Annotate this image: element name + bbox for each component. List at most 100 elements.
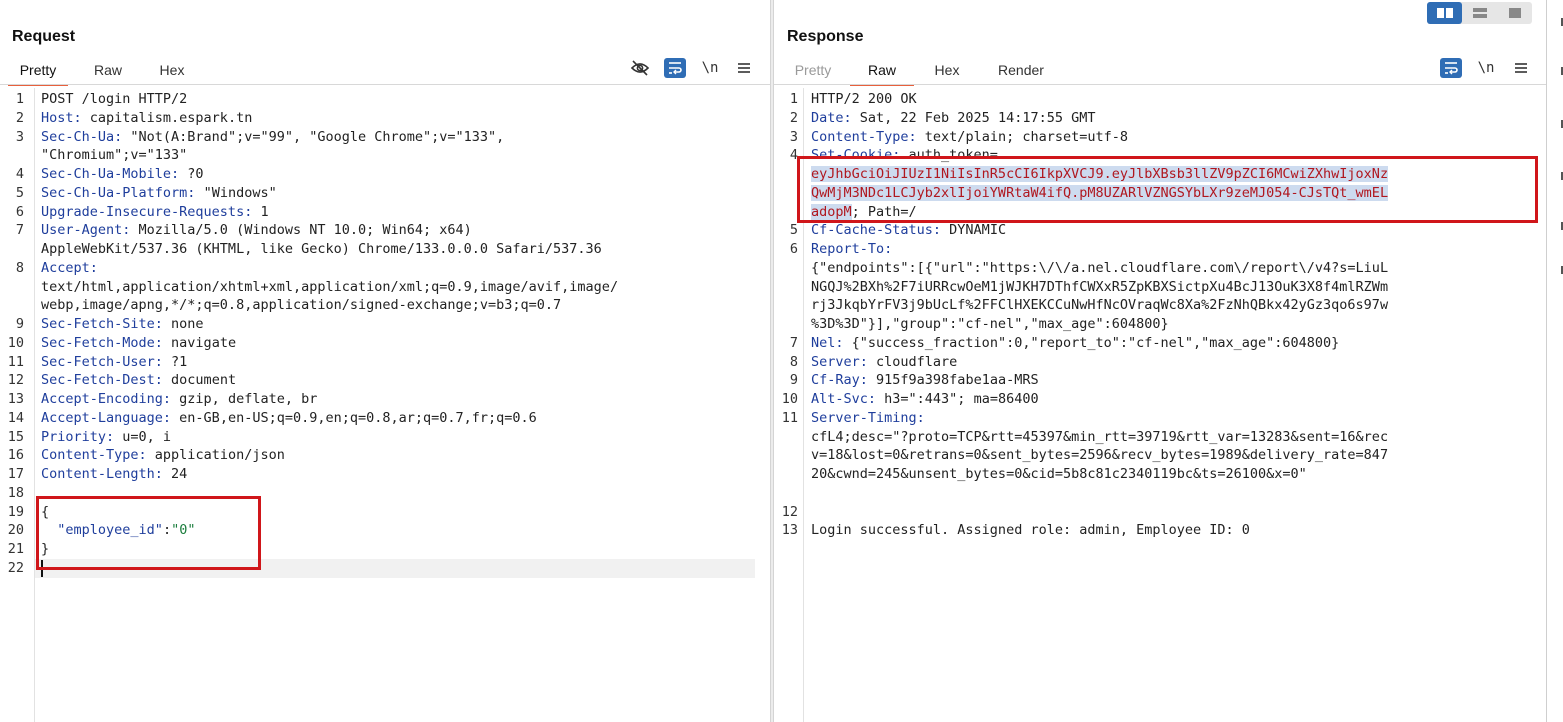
line-number: 11	[781, 409, 798, 426]
request-code-line: text/html,application/xhtml+xml,applicat…	[0, 278, 756, 297]
header-name: Sec-Fetch-User:	[41, 353, 163, 370]
header-name: Accept:	[41, 259, 98, 276]
line-text: Cf-Ray: 915f9a398fabe1aa-MRS	[811, 371, 1039, 390]
line-text: Login successful. Assigned role: admin, …	[811, 521, 1250, 540]
header-name: Content-Length:	[41, 466, 163, 482]
response-show-newlines-button[interactable]: \n	[1475, 58, 1497, 78]
response-tab-render[interactable]: Render	[988, 60, 1054, 84]
line-number: 1	[15, 91, 24, 107]
code-token: %3D%3D"}],"group":"cf-nel","max_age":604…	[811, 316, 1169, 332]
response-word-wrap-icon[interactable]	[1440, 58, 1462, 78]
request-tab-pretty[interactable]: Pretty	[8, 60, 68, 86]
response-tab-hex[interactable]: Hex	[924, 60, 970, 84]
response-code-line: 7 Nel: {"success_fraction":0,"report_to":…	[774, 334, 1532, 353]
code-token: document	[162, 372, 237, 389]
line-number: 13	[781, 522, 798, 539]
code-token: cloudflare	[867, 353, 958, 370]
line-number: 2	[15, 109, 24, 126]
code-token: "Chromium";v="133"	[41, 147, 188, 164]
line-number: 17	[7, 466, 24, 482]
code-token: rj3JkqbYrFV3j9bUcLf%2FFClHXEKCCuNwHfNcOV…	[811, 297, 1389, 314]
response-code-line: 5 Cf-Cache-Status: DYNAMIC	[774, 221, 1532, 240]
single-pane-view-icon[interactable]	[1497, 2, 1532, 24]
header-name: Priority:	[41, 428, 115, 445]
header-name: Accept-Encoding:	[41, 391, 172, 407]
response-code-line: 20&cwnd=245&unsent_bytes=0&cid=5b8c81c23…	[774, 465, 1532, 484]
response-code-line: %3D%3D"}],"group":"cf-nel","max_age":604…	[774, 315, 1532, 334]
code-token: DYNAMIC	[941, 222, 1007, 239]
line-text: AppleWebKit/537.36 (KHTML, like Gecko) C…	[41, 240, 602, 259]
header-name: Server:	[811, 353, 868, 370]
response-tab-pretty[interactable]: Pretty	[782, 60, 844, 84]
line-text: Host: capitalism.espark.tn	[41, 109, 252, 128]
line-number: 8	[789, 353, 798, 370]
response-tab-raw[interactable]: Raw	[850, 60, 914, 86]
request-tab-raw[interactable]: Raw	[84, 60, 132, 84]
line-number: 1	[789, 91, 798, 107]
request-code-line: 10 Sec-Fetch-Mode: navigate	[0, 334, 756, 353]
response-title: Response	[787, 28, 864, 45]
response-code-line: 13 Login successful. Assigned role: admin…	[774, 521, 1532, 540]
word-wrap-icon[interactable]	[664, 58, 686, 78]
show-newlines-button[interactable]: \n	[699, 58, 721, 78]
response-code-line: rj3JkqbYrFV3j9bUcLf%2FFClHXEKCCuNwHfNcOV…	[774, 296, 1532, 315]
request-code-line: 14 Accept-Language: en-GB,en-US;q=0.9,en;…	[0, 409, 756, 428]
line-number: 15	[7, 428, 24, 445]
code-token: ?1	[162, 353, 188, 370]
code-token: AppleWebKit/537.36 (KHTML, like Gecko) C…	[41, 241, 602, 257]
request-code-line: 2 Host: capitalism.espark.tn	[0, 109, 756, 128]
code-token: HTTP/2 200 OK	[811, 91, 917, 107]
request-tab-hex[interactable]: Hex	[148, 60, 196, 84]
line-text: webp,image/apng,*/*;q=0.8,application/si…	[41, 296, 561, 315]
code-token: "Windows"	[195, 184, 277, 201]
header-name: Cf-Ray:	[811, 372, 868, 389]
line-number: 10	[7, 334, 24, 351]
line-number: 10	[781, 391, 798, 407]
response-code-line: 3 Content-Type: text/plain; charset=utf-8	[774, 128, 1532, 147]
response-code-line: v=18&lost=0&retrans=0&sent_bytes=2596&re…	[774, 446, 1532, 465]
code-token: application/json	[146, 447, 285, 464]
line-text: Sec-Fetch-Mode: navigate	[41, 334, 236, 353]
request-code-line: 1 POST /login HTTP/2	[0, 90, 756, 109]
hide-non-printable-icon[interactable]	[629, 58, 651, 78]
code-token: "Not(A:Brand";v="99", "Google Chrome";v=…	[122, 128, 505, 145]
line-text: 20&cwnd=245&unsent_bytes=0&cid=5b8c81c23…	[811, 465, 1307, 484]
response-code-line: 8 Server: cloudflare	[774, 353, 1532, 372]
response-code-line: 1 HTTP/2 200 OK	[774, 90, 1532, 109]
request-code-line: AppleWebKit/537.36 (KHTML, like Gecko) C…	[0, 240, 756, 259]
line-text: Content-Type: application/json	[41, 446, 285, 465]
line-text: v=18&lost=0&retrans=0&sent_bytes=2596&re…	[811, 446, 1388, 465]
line-text: HTTP/2 200 OK	[811, 90, 917, 109]
line-text: Date: Sat, 22 Feb 2025 14:17:55 GMT	[811, 109, 1095, 128]
line-number: 13	[7, 391, 24, 407]
split-vertical-view-icon[interactable]	[1427, 2, 1462, 24]
line-number: 14	[7, 409, 24, 426]
request-code-line: 17 Content-Length: 24	[0, 465, 756, 484]
response-code-line: cfL4;desc="?proto=TCP&rtt=45397&min_rtt=…	[774, 428, 1532, 447]
response-code-line: 12	[774, 503, 1532, 522]
header-name: Cf-Cache-Status:	[811, 222, 942, 239]
line-number: 4	[789, 147, 798, 164]
auth-token-highlight-box	[797, 156, 1538, 223]
line-text: Accept-Encoding: gzip, deflate, br	[41, 390, 317, 409]
line-number: 19	[7, 503, 24, 520]
split-horizontal-view-icon[interactable]	[1462, 2, 1497, 24]
response-menu-icon[interactable]	[1510, 58, 1532, 78]
menu-icon[interactable]	[733, 58, 755, 78]
line-number: 12	[7, 372, 24, 389]
request-code-line: 8 Accept:	[0, 259, 756, 278]
newline-label: \n	[701, 60, 719, 76]
line-text: User-Agent: Mozilla/5.0 (Windows NT 10.0…	[41, 221, 472, 240]
code-token: POST /login HTTP/2	[41, 91, 188, 107]
code-token: {"endpoints":[{"url":"https:\/\/a.nel.cl…	[811, 259, 1389, 276]
line-text: Sec-Ch-Ua-Platform: "Windows"	[41, 184, 277, 203]
line-text: Server-Timing:	[811, 409, 925, 428]
line-number: 18	[7, 484, 24, 501]
code-token: gzip, deflate, br	[171, 391, 318, 407]
line-text: Sec-Fetch-Site: none	[41, 315, 204, 334]
request-editor[interactable]: 1 POST /login HTTP/2 2 Host: capitalism.esp…	[0, 88, 770, 722]
response-editor[interactable]: 1 HTTP/2 200 OK 2 Date: Sat, 22 Feb 2025 14…	[774, 88, 1546, 722]
request-code-line: 6 Upgrade-Insecure-Requests: 1	[0, 203, 756, 222]
line-number: 22	[7, 559, 24, 576]
inspector-side-strip[interactable]	[1546, 0, 1563, 722]
